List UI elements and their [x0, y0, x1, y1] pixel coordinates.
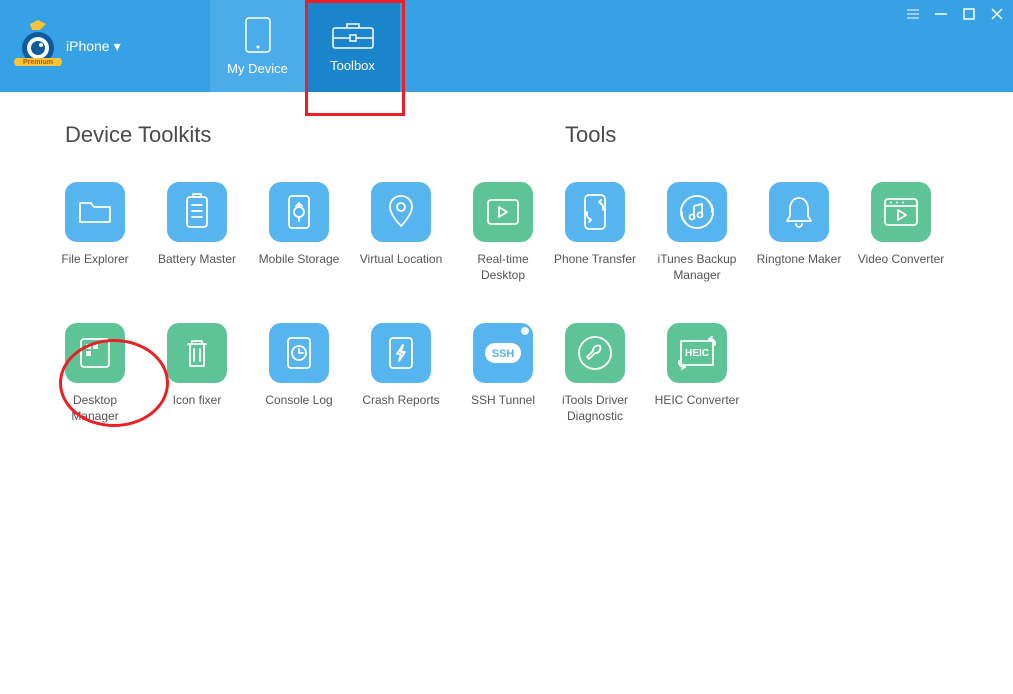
tab-toolbox[interactable]: Toolbox [305, 0, 400, 92]
window-controls [905, 6, 1005, 22]
music-sync-icon [667, 182, 727, 242]
tile-label: Crash Reports [362, 393, 439, 409]
tile-itunes-backup-manager[interactable]: iTunes Backup Manager [667, 182, 727, 283]
tile-label: Mobile Storage [259, 252, 340, 268]
folder-icon [65, 182, 125, 242]
bolt-doc-icon [371, 323, 431, 383]
tile-phone-transfer[interactable]: Phone Transfer [565, 182, 625, 283]
usb-icon [269, 182, 329, 242]
tile-video-converter[interactable]: Video Converter [871, 182, 931, 283]
tile-label: HEIC Converter [655, 393, 740, 409]
section-title: Tools [565, 122, 1013, 148]
tile-ringtone-maker[interactable]: Ringtone Maker [769, 182, 829, 283]
tile-label: Ringtone Maker [757, 252, 842, 268]
tile-label: SSH Tunnel [471, 393, 535, 409]
tile-console-log[interactable]: Console Log [269, 323, 329, 424]
tile-heic-converter[interactable]: HEICHEIC Converter [667, 323, 727, 424]
header-bar: Premium iPhone ▾ My Device Toolbox [0, 0, 1013, 92]
clock-doc-icon [269, 323, 329, 383]
tools-grid: Phone Transfer iTunes Backup Manager Ringt… [565, 182, 1013, 424]
heic-icon: HEIC [667, 323, 727, 383]
toolbox-icon [331, 20, 375, 50]
tab-label: My Device [227, 61, 288, 76]
play-rect-icon [473, 182, 533, 242]
tile-label: iTunes Backup Manager [652, 252, 742, 283]
wrench-icon [565, 323, 625, 383]
tile-mobile-storage[interactable]: Mobile Storage [269, 182, 329, 283]
tab-label: Toolbox [330, 58, 375, 73]
chevron-down-icon: ▾ [114, 38, 121, 55]
tile-ssh-tunnel[interactable]: SSH SSH Tunnel [473, 323, 533, 424]
tile-label: Console Log [265, 393, 332, 409]
nav-tabs: My Device Toolbox [210, 0, 400, 92]
grid-icon [65, 323, 125, 383]
tile-real-time-desktop[interactable]: Real-time Desktop [473, 182, 533, 283]
toolkits-grid: File Explorer Battery Master Mobile Storag… [65, 182, 555, 424]
content-area: Device Toolkits File Explorer Battery Mas… [0, 92, 1013, 424]
tile-label: Phone Transfer [554, 252, 636, 268]
video-play-icon [871, 182, 931, 242]
svg-text:SSH: SSH [492, 348, 515, 360]
tile-label: Desktop Manager [50, 393, 140, 424]
logo-area: Premium iPhone ▾ [0, 0, 150, 92]
tab-my-device[interactable]: My Device [210, 0, 305, 92]
battery-icon [167, 182, 227, 242]
ssh-icon: SSH [473, 323, 533, 383]
device-selector[interactable]: iPhone ▾ [66, 38, 121, 55]
tile-crash-reports[interactable]: Crash Reports [371, 323, 431, 424]
menu-icon[interactable] [905, 6, 921, 22]
bell-icon [769, 182, 829, 242]
tile-file-explorer[interactable]: File Explorer [65, 182, 125, 283]
tile-icon-fixer[interactable]: Icon fixer [167, 323, 227, 424]
tile-label: Virtual Location [360, 252, 443, 268]
section-tools: Tools Phone Transfer iTunes Backup Manage… [555, 122, 1013, 424]
svg-text:Premium: Premium [23, 59, 53, 66]
trash-icon [167, 323, 227, 383]
device-name: iPhone [66, 38, 110, 54]
svg-text:HEIC: HEIC [685, 348, 709, 359]
section-device-toolkits: Device Toolkits File Explorer Battery Mas… [0, 122, 555, 424]
maximize-icon[interactable] [961, 6, 977, 22]
location-icon [371, 182, 431, 242]
tile-label: iTools Driver Diagnostic [550, 393, 640, 424]
tile-label: Battery Master [158, 252, 236, 268]
tile-label: Real-time Desktop [458, 252, 548, 283]
tile-label: Video Converter [856, 252, 946, 268]
tile-desktop-manager[interactable]: Desktop Manager [65, 323, 125, 424]
phone-sync-icon [565, 182, 625, 242]
tile-battery-master[interactable]: Battery Master [167, 182, 227, 283]
tile-label: Icon fixer [173, 393, 222, 409]
tile-virtual-location[interactable]: Virtual Location [371, 182, 431, 283]
tablet-icon [245, 17, 271, 53]
close-icon[interactable] [989, 6, 1005, 22]
app-logo: Premium [10, 18, 66, 74]
tile-label: File Explorer [50, 252, 140, 268]
section-title: Device Toolkits [65, 122, 555, 148]
minimize-icon[interactable] [933, 6, 949, 22]
tile-itools-driver-diagnostic[interactable]: iTools Driver Diagnostic [565, 323, 625, 424]
